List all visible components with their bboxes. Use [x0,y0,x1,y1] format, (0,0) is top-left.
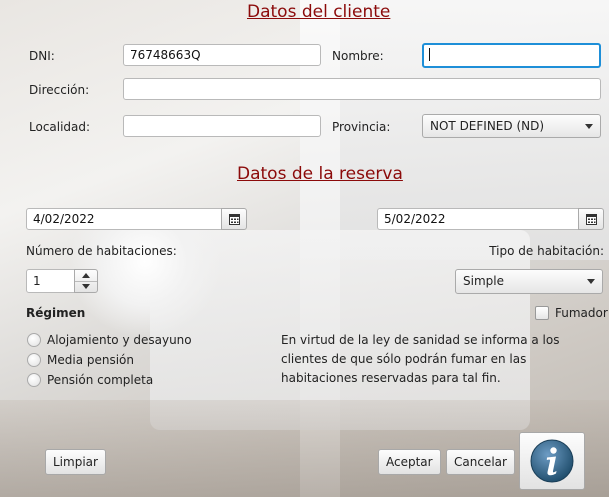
provincia-label: Provincia: [332,120,391,134]
nombre-field[interactable] [422,43,601,68]
smoking-notice: En virtud de la ley de sanidad se inform… [281,333,560,385]
fumador-label[interactable]: Fumador [555,306,608,320]
calendar-icon [229,214,240,225]
habitaciones-stepper[interactable] [74,269,98,293]
habitaciones-stepper-field[interactable]: 1 [26,269,75,293]
regimen-label: Régimen [26,306,86,320]
background-pillar [300,0,340,497]
chevron-down-icon [585,124,593,129]
text-caret [429,48,430,61]
radio-media-pension[interactable] [27,353,41,367]
dni-label: DNI: [29,49,55,63]
dni-field[interactable]: 76748663Q [123,44,321,66]
info-icon [530,439,574,483]
tipo-habitacion-label: Tipo de habitación: [489,244,604,258]
check-out-date-field[interactable]: 5/02/2022 [377,208,579,230]
chevron-down-icon [587,279,595,284]
tipo-habitacion-value: Simple [463,274,504,288]
tipo-habitacion-select[interactable]: Simple [455,269,603,294]
radio-label-alojamiento-desayuno[interactable]: Alojamiento y desayuno [47,333,192,347]
check-in-date-field[interactable]: 4/02/2022 [26,208,222,230]
radio-label-media-pension[interactable]: Media pensión [47,353,134,367]
radio-pension-completa[interactable] [27,373,41,387]
limpiar-button[interactable]: Limpiar [45,449,106,475]
chevron-down-icon [82,284,90,289]
direccion-field[interactable] [123,78,601,100]
check-in-calendar-button[interactable] [221,208,247,230]
calendar-icon [586,214,597,225]
info-button[interactable] [519,432,585,490]
chevron-up-icon [82,273,90,278]
check-out-calendar-button[interactable] [578,208,604,230]
radio-label-pension-completa[interactable]: Pensión completa [47,373,153,387]
cancelar-button[interactable]: Cancelar [446,449,515,475]
background-bed [150,230,530,430]
nombre-label: Nombre: [332,49,384,63]
aceptar-button[interactable]: Aceptar [378,449,441,475]
provincia-select[interactable]: NOT DEFINED (ND) [422,114,601,138]
provincia-value: NOT DEFINED (ND) [430,119,545,133]
localidad-label: Localidad: [29,120,91,134]
localidad-field[interactable] [123,115,321,137]
fumador-checkbox[interactable] [535,306,549,320]
reservation-section-title: Datos de la reserva [237,164,403,184]
stepper-decrement-button[interactable] [75,281,97,292]
habitaciones-label: Número de habitaciones: [26,244,177,258]
radio-alojamiento-desayuno[interactable] [27,333,41,347]
client-section-title: Datos del cliente [247,2,391,22]
direccion-label: Dirección: [29,83,90,97]
